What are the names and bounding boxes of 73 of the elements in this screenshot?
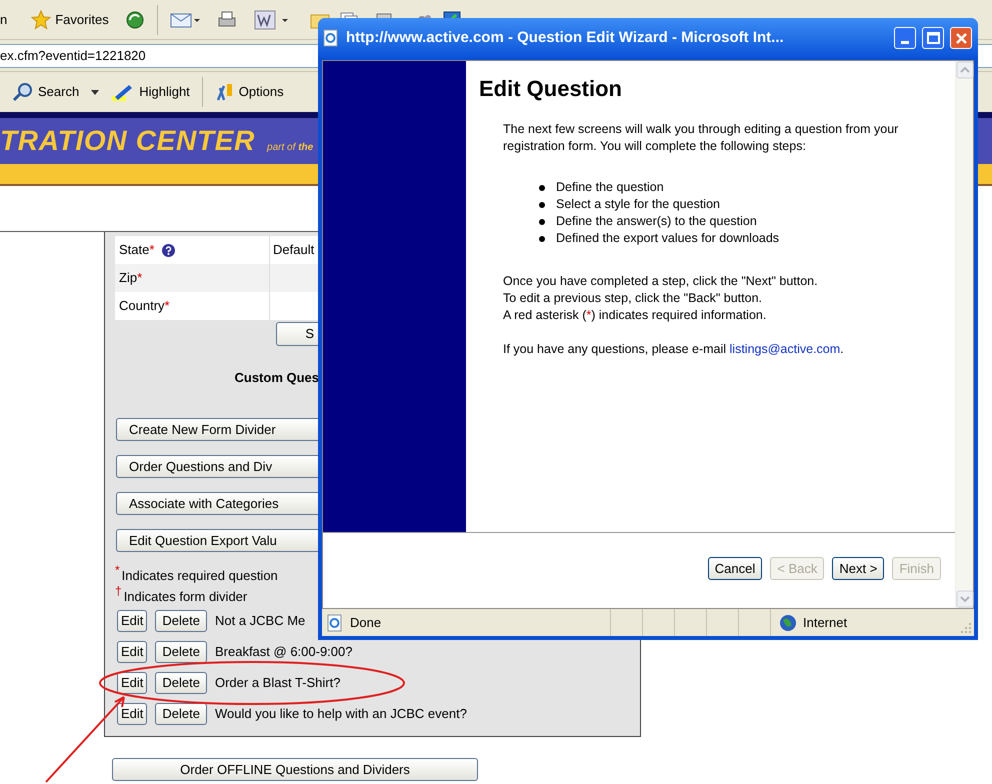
dialog-heading: Edit Question (479, 75, 623, 103)
bullet-icon (539, 218, 545, 224)
search-icon (12, 82, 34, 102)
minimize-icon (901, 40, 909, 44)
instruction-text: Once you have completed a step, click the "Next" button. (503, 273, 819, 290)
section-heading: Custom Ques (233, 369, 319, 387)
question-text: Would you like to help with an JCBC event? (214, 705, 467, 724)
legend-mark: * (115, 564, 120, 576)
edit-button[interactable]: Edit (117, 641, 148, 663)
close-icon (956, 32, 966, 44)
site-tagline: part of the (267, 140, 314, 154)
delete-button[interactable]: Delete (155, 610, 207, 632)
legend-text: Indicates form divider (124, 588, 248, 606)
options-icon (214, 82, 235, 102)
bullet-icon (539, 184, 545, 190)
search-button[interactable]: Search (0, 82, 80, 102)
question-text: Not a JCBC Me (214, 612, 306, 630)
step-item: Define the question (556, 179, 664, 196)
caret-icon[interactable] (91, 90, 100, 94)
bullet-icon (539, 202, 545, 208)
edit-button[interactable]: Edit (117, 672, 148, 694)
wizard-button[interactable]: Cancel (708, 557, 762, 580)
offline-order-button[interactable]: Order OFFLINE Questions and Dividers (112, 758, 478, 782)
action-button[interactable]: Edit Question Export Valu (116, 529, 319, 552)
contact-text: If you have any questions, please e-mail listings@active.com. (503, 341, 845, 358)
question-text: Breakfast @ 6:00-9:00? (214, 643, 352, 662)
highlight-button[interactable]: Highlight (111, 82, 190, 102)
intro-text: The next few screens will walk you through editing a question from your registration form. You will complete the following steps: (503, 121, 900, 155)
toolbar-label[interactable]: n (0, 10, 24, 30)
step-item: Select a style for the question (556, 196, 720, 213)
action-button[interactable]: Associate with Categories (116, 492, 319, 515)
help-icon[interactable] (162, 244, 176, 256)
status-text: Done (350, 614, 382, 632)
legend-text: Indicates required question (122, 567, 278, 585)
wizard-button[interactable]: Next > (832, 557, 884, 580)
edit-button[interactable]: Edit (117, 703, 148, 725)
scroll-down-icon[interactable] (956, 590, 974, 608)
scroll-up-icon[interactable] (956, 61, 974, 79)
scrollbar[interactable] (955, 61, 973, 608)
options-button[interactable]: Options (214, 82, 284, 102)
zone-text: Internet (803, 614, 848, 632)
maximize-icon (926, 32, 940, 44)
instruction-text: To edit a previous step, click the "Back" button. (503, 290, 764, 307)
table-cell-text: Default (272, 241, 316, 260)
site-title: TRATION CENTER (0, 127, 256, 155)
word-icon[interactable] (254, 10, 290, 30)
delete-button[interactable]: Delete (155, 703, 207, 725)
required-note: A red asterisk (*) indicates required information. (503, 307, 768, 324)
delete-button[interactable]: Delete (155, 641, 207, 663)
delete-button[interactable]: Delete (155, 672, 207, 694)
legend-mark: † (115, 585, 122, 597)
window-title: http://www.active.com - Question Edit Wizard - Microsoft Int... (346, 28, 785, 48)
question-text: Order a Blast T-Shirt? (214, 674, 340, 692)
page-icon (326, 614, 344, 632)
print-icon[interactable] (216, 10, 238, 30)
close-button[interactable] (950, 27, 972, 49)
page-icon (322, 29, 340, 47)
submit-button[interactable]: S (276, 322, 319, 346)
email-link[interactable]: listings@active.com (730, 342, 840, 356)
bullet-icon (539, 236, 545, 242)
star-icon (31, 10, 52, 30)
maximize-button[interactable] (922, 27, 944, 49)
action-button[interactable]: Create New Form Divider (116, 418, 319, 441)
action-button[interactable]: Order Questions and Div (116, 455, 319, 478)
favorites-button[interactable]: Favorites (31, 10, 109, 30)
field-label: Country* (115, 292, 270, 320)
history-icon[interactable] (124, 10, 145, 30)
minimize-button[interactable] (894, 27, 916, 49)
resize-grip-icon[interactable] (960, 622, 972, 634)
edit-button[interactable]: Edit (117, 610, 148, 632)
step-item: Define the answer(s) to the question (556, 213, 757, 230)
step-item: Defined the export values for downloads (556, 230, 780, 247)
globe-icon (779, 614, 797, 632)
